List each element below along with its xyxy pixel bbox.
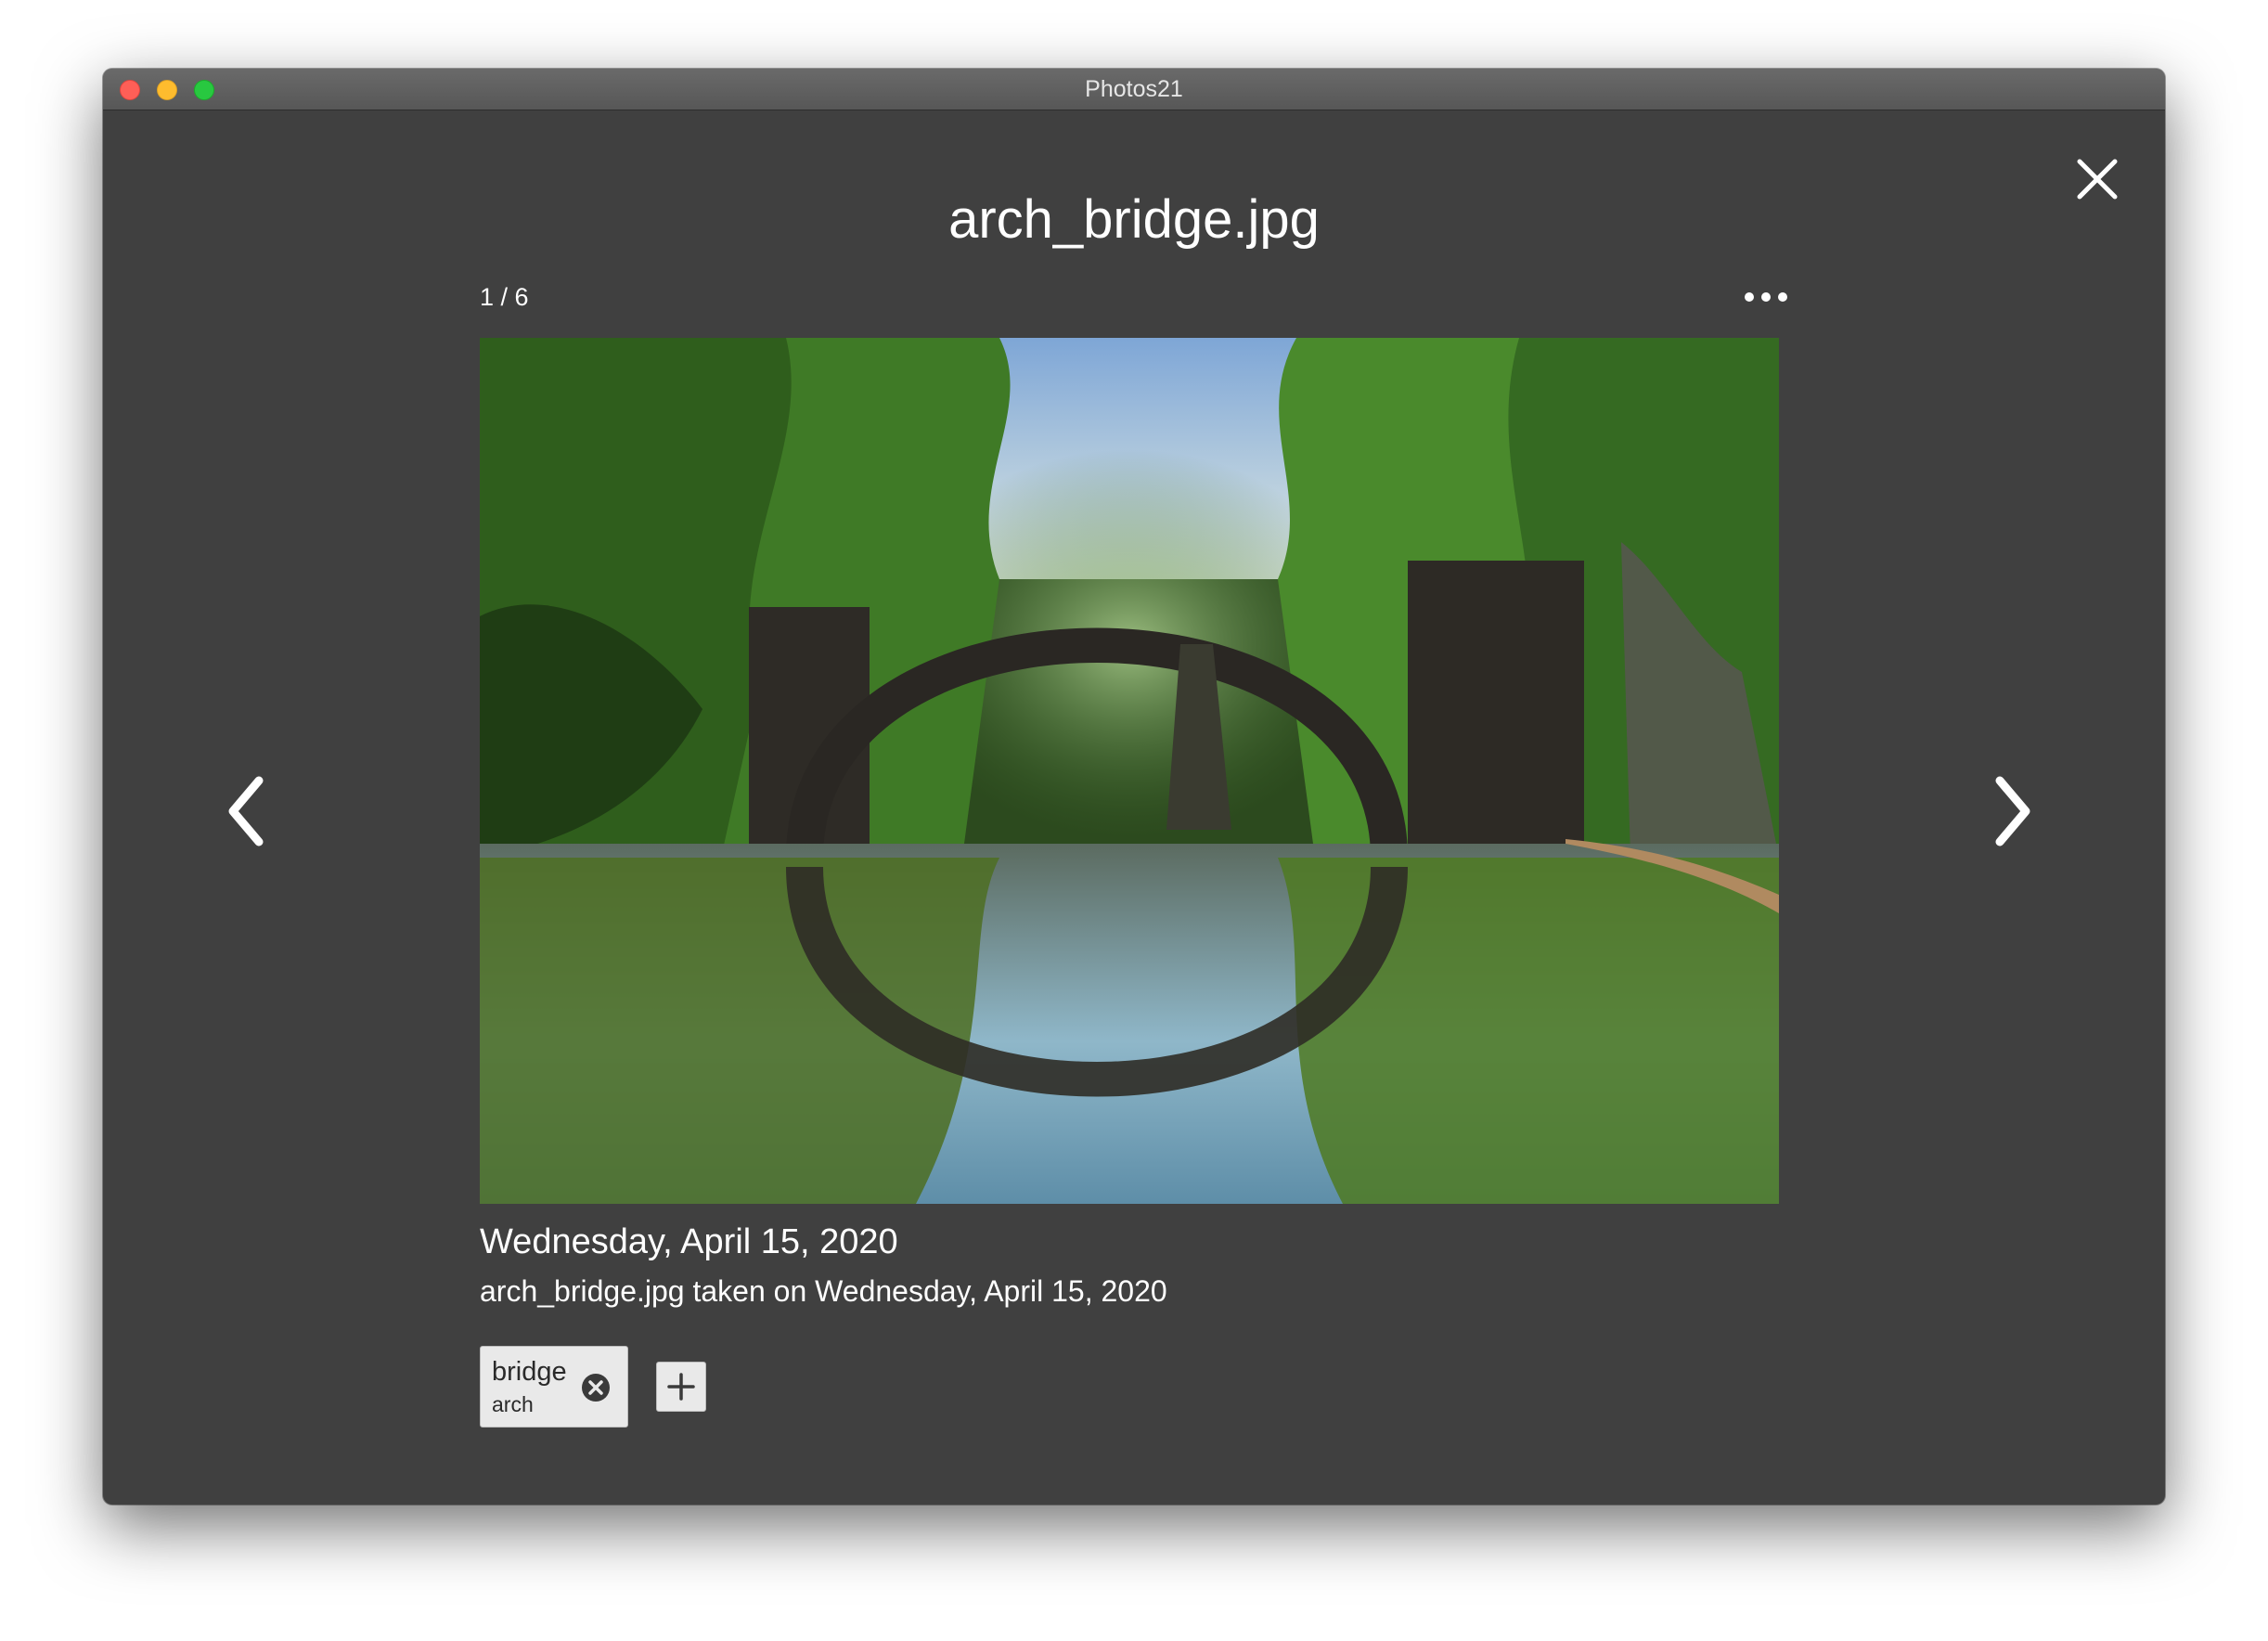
add-tag-button[interactable] [656, 1362, 706, 1412]
remove-tag-button[interactable] [580, 1372, 612, 1403]
photo-title: arch_bridge.jpg [948, 189, 1320, 250]
chevron-left-icon [228, 776, 264, 846]
photo-counter: 1 / 6 [480, 283, 529, 311]
window-title: Photos21 [1085, 76, 1183, 102]
photo-image [480, 338, 1779, 1204]
chevron-right-icon [1995, 776, 2030, 846]
more-options-button[interactable] [1740, 278, 1792, 316]
more-options-icon [1745, 292, 1787, 302]
tag-sublabel: arch [492, 1392, 534, 1416]
title-bar[interactable]: Photos21 [103, 69, 2165, 110]
next-photo-button[interactable] [1985, 769, 2041, 853]
remove-tag-icon [582, 1374, 610, 1402]
plus-icon [667, 1373, 695, 1401]
tag-label: bridge [492, 1357, 567, 1387]
photo-viewer-window: Photos21 arch_bridge.jpg 1 / 6 Wednesday… [103, 69, 2165, 1505]
photo-date: Wednesday, April 15, 2020 [480, 1222, 898, 1261]
tag-chip[interactable]: bridge arch [480, 1346, 628, 1428]
previous-photo-button[interactable] [218, 769, 274, 853]
photo-caption: arch_bridge.jpg taken on Wednesday, Apri… [480, 1274, 1167, 1308]
